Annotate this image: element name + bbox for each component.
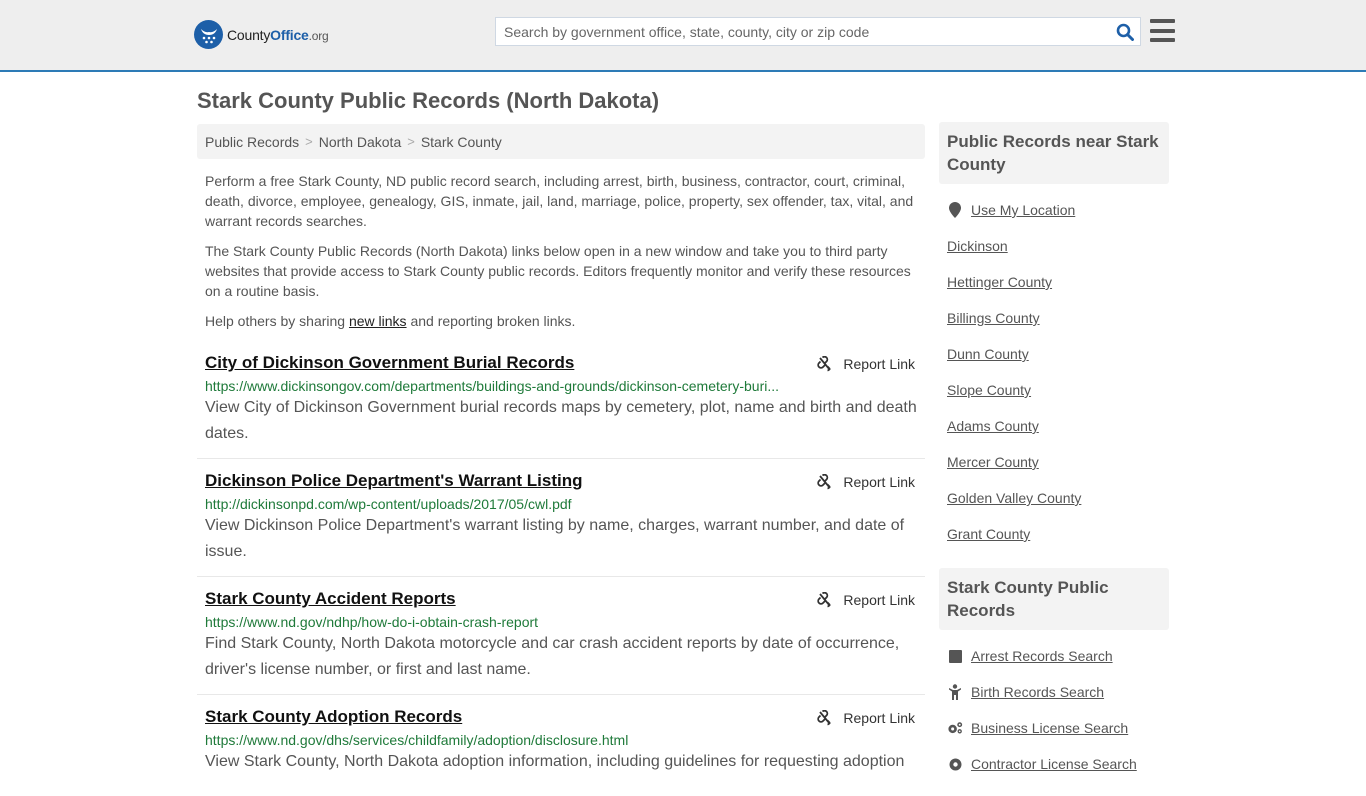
result-item: Stark County Accident Reports Report Lin… [197, 577, 925, 695]
search-button[interactable] [1110, 18, 1140, 45]
child-icon [947, 684, 963, 700]
breadcrumb-separator: > [407, 134, 415, 149]
result-title-link[interactable]: Stark County Accident Reports [205, 589, 456, 609]
result-description: View Stark County, North Dakota adoption… [205, 753, 905, 770]
result-url[interactable]: https://www.nd.gov/ndhp/how-do-i-obtain-… [205, 614, 785, 630]
report-link-button[interactable]: Report Link [817, 474, 915, 490]
report-link-label: Report Link [843, 474, 915, 490]
records-item: Contractor License Search [947, 746, 1161, 782]
nearby-records-heading: Public Records near Stark County [939, 122, 1169, 184]
intro-paragraph-3: Help others by sharing new links and rep… [205, 311, 917, 331]
result-item: City of Dickinson Government Burial Reco… [197, 341, 925, 459]
search-input[interactable] [496, 18, 1110, 45]
nearby-item: Dunn County [947, 336, 1161, 372]
nearby-link-adams-county[interactable]: Adams County [947, 418, 1039, 434]
result-title-link[interactable]: Dickinson Police Department's Warrant Li… [205, 471, 583, 491]
report-link-label: Report Link [843, 356, 915, 372]
broken-link-icon [817, 592, 832, 608]
report-link-button[interactable]: Report Link [817, 356, 915, 372]
report-link-label: Report Link [843, 592, 915, 608]
logo-text-office: Office [270, 26, 309, 43]
eagle-logo-icon [194, 20, 223, 49]
breadcrumb-public-records[interactable]: Public Records [205, 134, 299, 150]
result-description: View Dickinson Police Department's warra… [205, 517, 905, 560]
nearby-item: Golden Valley County [947, 480, 1161, 516]
search-icon [1116, 23, 1134, 41]
broken-link-icon [817, 710, 832, 726]
intro-paragraph-1: Perform a free Stark County, ND public r… [205, 173, 914, 229]
intro-text: Perform a free Stark County, ND public r… [197, 171, 925, 331]
result-url[interactable]: http://dickinsonpd.com/wp-content/upload… [205, 496, 785, 512]
county-records-heading: Stark County Public Records [939, 568, 1169, 630]
broken-link-icon [817, 474, 832, 490]
nearby-link-grant-county[interactable]: Grant County [947, 526, 1030, 542]
intro-text-after: and reporting broken links. [406, 313, 576, 329]
result-title-link[interactable]: Stark County Adoption Records [205, 707, 462, 727]
breadcrumb-north-dakota[interactable]: North Dakota [319, 134, 401, 150]
site-header: CountyOffice.org [0, 0, 1366, 72]
menu-bar [1150, 28, 1175, 33]
menu-bar [1150, 19, 1175, 23]
county-records-list: Arrest Records Search Birth Records Sear… [939, 630, 1169, 796]
nearby-link-billings-county[interactable]: Billings County [947, 310, 1040, 326]
result-url[interactable]: https://www.dickinsongov.com/departments… [205, 378, 785, 394]
result-description: Find Stark County, North Dakota motorcyc… [205, 635, 900, 678]
nearby-item: Adams County [947, 408, 1161, 444]
report-link-label: Report Link [843, 710, 915, 726]
nearby-item: Mercer County [947, 444, 1161, 480]
hamburger-menu-icon[interactable] [1150, 19, 1175, 42]
nearby-item: Slope County [947, 372, 1161, 408]
logo-text-org: .org [308, 28, 329, 43]
logo-text: CountyOffice.org [227, 27, 329, 43]
intro-paragraph-2: The Stark County Public Records (North D… [205, 243, 911, 299]
square-icon [947, 649, 963, 663]
result-url[interactable]: https://www.nd.gov/dhs/services/childfam… [205, 732, 785, 748]
gears-icon [947, 721, 963, 735]
gear-icon [947, 757, 963, 772]
nearby-item: Billings County [947, 300, 1161, 336]
broken-link-icon [817, 356, 832, 372]
map-marker-icon [947, 202, 963, 218]
use-my-location-item: Use My Location [947, 192, 1161, 228]
sidebar: Public Records near Stark County Use My … [939, 122, 1169, 796]
nearby-link-dickinson[interactable]: Dickinson [947, 238, 1008, 254]
breadcrumb-separator: > [305, 134, 313, 149]
main-content: Public Records > North Dakota > Stark Co… [197, 124, 925, 786]
page-title: Stark County Public Records (North Dakot… [197, 88, 660, 113]
logo-text-county: County [227, 26, 271, 43]
birth-records-search-link[interactable]: Birth Records Search [971, 684, 1104, 700]
nearby-item: Grant County [947, 516, 1161, 552]
nearby-link-slope-county[interactable]: Slope County [947, 382, 1031, 398]
report-link-button[interactable]: Report Link [817, 710, 915, 726]
nearby-list: Use My Location Dickinson Hettinger Coun… [939, 184, 1169, 566]
breadcrumb-stark-county[interactable]: Stark County [421, 134, 502, 150]
nearby-link-golden-valley-county[interactable]: Golden Valley County [947, 490, 1081, 506]
business-license-search-link[interactable]: Business License Search [971, 720, 1128, 736]
new-links-link[interactable]: new links [349, 313, 407, 329]
records-item: Birth Records Search [947, 674, 1161, 710]
nearby-link-dunn-county[interactable]: Dunn County [947, 346, 1029, 362]
report-link-button[interactable]: Report Link [817, 592, 915, 608]
result-item: Stark County Adoption Records Report Lin… [197, 695, 925, 786]
nearby-link-hettinger-county[interactable]: Hettinger County [947, 274, 1052, 290]
result-title-link[interactable]: City of Dickinson Government Burial Reco… [205, 353, 574, 373]
result-description: View City of Dickinson Government burial… [205, 399, 917, 442]
nearby-link-mercer-county[interactable]: Mercer County [947, 454, 1039, 470]
site-logo[interactable]: CountyOffice.org [194, 20, 329, 49]
records-item: Business License Search [947, 710, 1161, 746]
result-item: Dickinson Police Department's Warrant Li… [197, 459, 925, 577]
contractor-license-search-link[interactable]: Contractor License Search [971, 756, 1137, 772]
nearby-item: Hettinger County [947, 264, 1161, 300]
records-item: Arrest Records Search [947, 638, 1161, 674]
breadcrumb: Public Records > North Dakota > Stark Co… [197, 124, 925, 159]
menu-bar [1150, 38, 1175, 42]
nearby-item: Dickinson [947, 228, 1161, 264]
intro-text-before: Help others by sharing [205, 313, 349, 329]
arrest-records-search-link[interactable]: Arrest Records Search [971, 648, 1113, 664]
search-bar [495, 17, 1141, 46]
results-list: City of Dickinson Government Burial Reco… [197, 341, 925, 786]
use-my-location-link[interactable]: Use My Location [971, 202, 1075, 218]
